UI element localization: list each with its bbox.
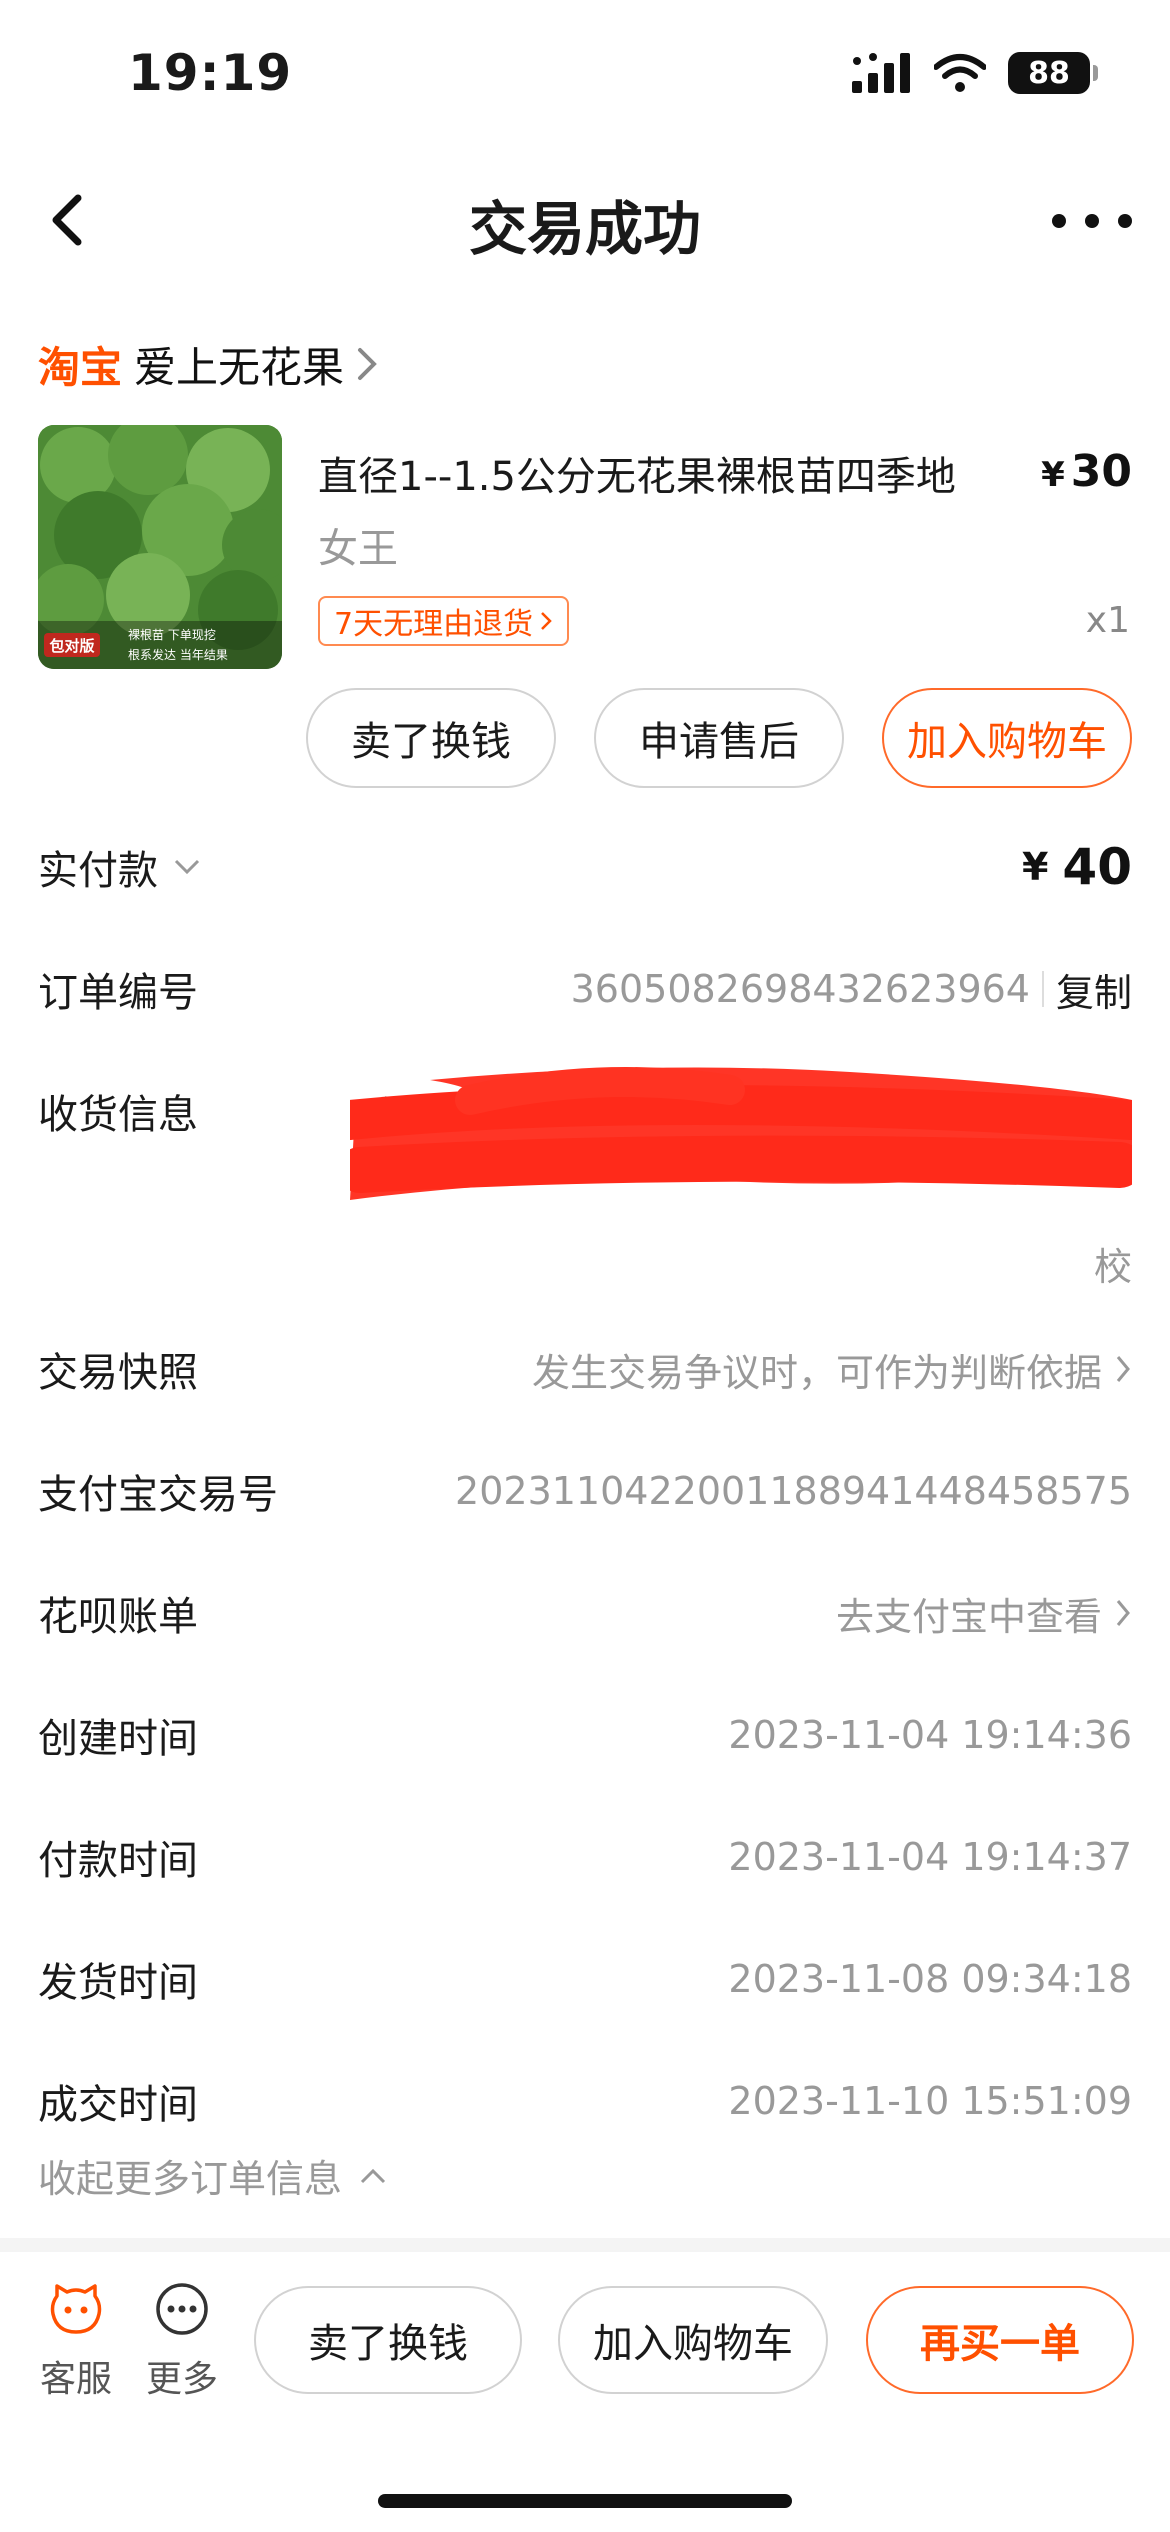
shop-name: 爱上无花果: [134, 342, 345, 392]
alipay-number-row: 支付宝交易号 2023110422001188941448458575: [38, 1462, 1132, 1520]
created-time-row: 创建时间 2023-11-04 19:14:36: [38, 1706, 1132, 1764]
order-number-label: 订单编号: [38, 970, 198, 1016]
battery-icon: 88: [1008, 52, 1098, 94]
paid-time-value: 2023-11-04 19:14:37: [728, 1835, 1132, 1879]
customer-service-label: 客服: [39, 2359, 112, 2400]
taobao-logo: 淘宝: [38, 342, 123, 392]
wifi-icon: [934, 54, 986, 92]
collapse-order-info-button[interactable]: 收起更多订单信息: [38, 2148, 388, 2203]
home-indicator: [378, 2494, 792, 2508]
more-dots-icon: [156, 2283, 208, 2335]
chevron-right-icon: [1116, 1356, 1130, 1382]
status-icons: 88: [852, 52, 1098, 94]
divider: [1041, 971, 1044, 1007]
shipped-time-row: 发货时间 2023-11-08 09:34:18: [38, 1950, 1132, 2008]
completed-time-label: 成交时间: [38, 2082, 198, 2128]
signal-icon: [852, 53, 910, 93]
product-title[interactable]: 直径1--1.5公分无花果裸根苗四季地: [318, 444, 1038, 502]
shipped-time-value: 2023-11-08 09:34:18: [728, 1957, 1132, 2001]
created-time-label: 创建时间: [38, 1716, 198, 1762]
chevron-up-icon: [360, 2168, 386, 2183]
sell-button-bottom[interactable]: 卖了换钱: [254, 2286, 522, 2394]
collapse-label: 收起更多订单信息: [38, 2157, 343, 2201]
rebuy-button[interactable]: 再买一单: [866, 2286, 1134, 2394]
more-menu-icon[interactable]: [1052, 196, 1132, 246]
nav-bar: 交易成功: [0, 160, 1170, 280]
chevron-right-icon: [541, 612, 552, 630]
status-bar: 19:19 88: [0, 0, 1170, 150]
copy-button[interactable]: 复制: [1056, 962, 1132, 1017]
alipay-number-value: 2023110422001188941448458575: [455, 1469, 1132, 1513]
after-sale-button[interactable]: 申请售后: [594, 688, 844, 788]
add-to-cart-button-bottom[interactable]: 加入购物车: [558, 2286, 828, 2394]
paid-row[interactable]: 实付款 ¥40: [38, 838, 1132, 896]
bottom-separator: [0, 2238, 1170, 2252]
image-caption-2: 根系发达 当年结果: [128, 647, 228, 662]
shop-header[interactable]: 淘宝 爱上无花果: [38, 336, 382, 392]
completed-time-value: 2023-11-10 15:51:09: [728, 2079, 1132, 2123]
bottom-action-bar: 客服 更多 卖了换钱 加入购物车 再买一单: [0, 2252, 1170, 2532]
more-button[interactable]: 更多: [142, 2282, 222, 2402]
chevron-right-icon: [1116, 1600, 1130, 1626]
huabei-label: 花呗账单: [38, 1594, 198, 1640]
product-quantity: x1: [1085, 600, 1130, 641]
customer-service-button[interactable]: 客服: [36, 2282, 116, 2402]
redaction-scribble: [350, 1067, 1132, 1200]
return-policy-tag[interactable]: 7天无理由退货: [318, 596, 570, 646]
product-variant: 女王: [318, 526, 398, 572]
huabei-link: 去支付宝中查看: [835, 1594, 1102, 1639]
chevron-right-icon: [358, 348, 377, 380]
shipped-time-label: 发货时间: [38, 1960, 198, 2006]
sell-button[interactable]: 卖了换钱: [306, 688, 556, 788]
customer-service-icon: [50, 2284, 102, 2334]
product-price: ¥30: [1041, 446, 1132, 497]
address-tail: 校: [1093, 1245, 1132, 1289]
snapshot-row[interactable]: 交易快照 发生交易争议时，可作为判断依据: [38, 1340, 1132, 1398]
alipay-number-label: 支付宝交易号: [38, 1472, 278, 1518]
paid-time-label: 付款时间: [38, 1838, 198, 1884]
image-caption-1: 裸根苗 下单现挖: [128, 627, 216, 642]
page-title: 交易成功: [468, 195, 701, 263]
snapshot-label: 交易快照: [38, 1350, 198, 1396]
chevron-down-icon: [174, 859, 200, 875]
image-tag: 包对版: [49, 637, 94, 655]
item-actions: 卖了换钱 申请售后 加入购物车: [306, 688, 1132, 788]
order-number-row: 订单编号 3605082698432623964 复制: [38, 960, 1132, 1018]
address-value[interactable]: 仨 校: [350, 1060, 1132, 1289]
address-label: 收货信息: [38, 1092, 198, 1138]
order-number-value: 3605082698432623964: [570, 967, 1030, 1011]
huabei-row[interactable]: 花呗账单 去支付宝中查看: [38, 1584, 1132, 1642]
status-time: 19:19: [128, 44, 293, 102]
more-label: 更多: [145, 2359, 218, 2400]
completed-time-row: 成交时间 2023-11-10 15:51:09: [38, 2072, 1132, 2130]
paid-amount: ¥40: [1021, 838, 1132, 896]
paid-label: 实付款: [38, 848, 158, 894]
add-to-cart-button[interactable]: 加入购物车: [882, 688, 1132, 788]
snapshot-hint: 发生交易争议时，可作为判断依据: [531, 1350, 1102, 1395]
fig-plant-image: 包对版 裸根苗 下单现挖 根系发达 当年结果: [38, 425, 282, 669]
paid-time-row: 付款时间 2023-11-04 19:14:37: [38, 1828, 1132, 1886]
product-image[interactable]: 包对版 裸根苗 下单现挖 根系发达 当年结果: [38, 425, 282, 669]
created-time-value: 2023-11-04 19:14:36: [728, 1713, 1132, 1757]
